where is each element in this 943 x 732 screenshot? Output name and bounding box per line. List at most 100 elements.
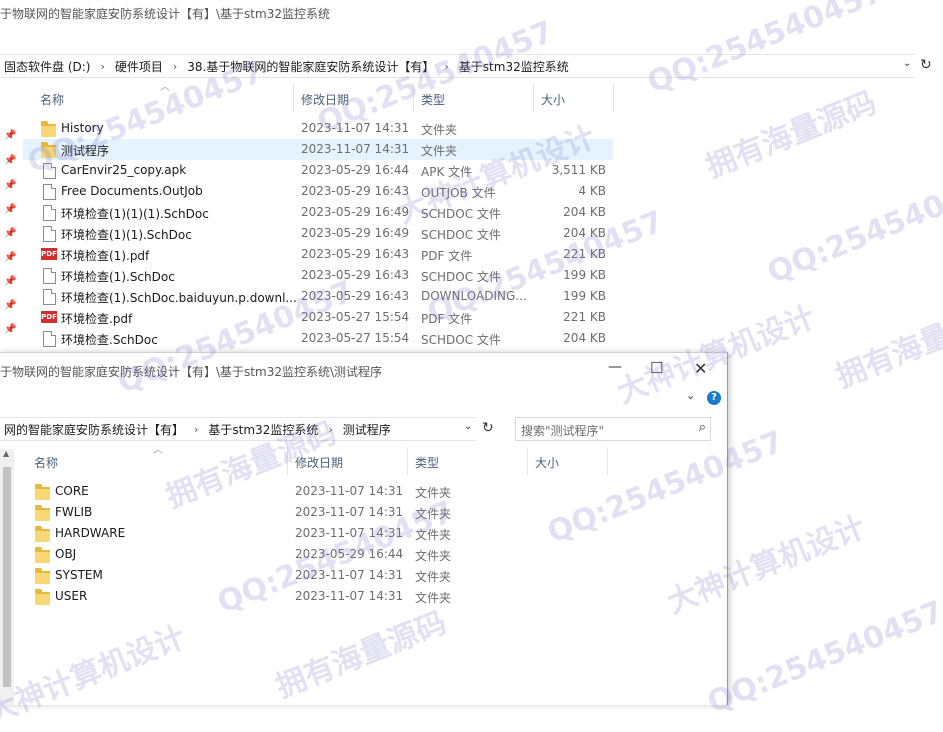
pin-icon[interactable]: 📌: [4, 276, 16, 287]
column-size[interactable]: 大小: [535, 454, 559, 471]
refresh-icon[interactable]: ↻: [920, 57, 932, 73]
file-date: 2023-05-29 16:49: [301, 205, 410, 219]
folder-icon: [35, 505, 51, 521]
file-row[interactable]: 环境检查(1)(1)(1).SchDoc 2023-05-29 16:49 SCHD…: [23, 202, 613, 223]
file-row[interactable]: 测试程序 2023-11-07 14:31 文件夹: [23, 139, 613, 160]
file-date: 2023-11-07 14:31: [295, 526, 404, 540]
file-date: 2023-05-29 16:43: [301, 247, 410, 261]
file-icon: [41, 184, 57, 200]
file-row[interactable]: PDF 环境检查(1).pdf 2023-05-29 16:43 PDF 文件 221 …: [23, 244, 613, 265]
file-row[interactable]: FWLIB 2023-11-07 14:31 文件夹: [17, 502, 607, 523]
file-row[interactable]: HARDWARE 2023-11-07 14:31 文件夹: [17, 523, 607, 544]
scroll-up-icon[interactable]: ▲: [3, 449, 9, 458]
file-name: Free Documents.OutJob: [61, 184, 203, 198]
file-icon: [41, 289, 57, 305]
column-name[interactable]: 名称: [40, 91, 64, 108]
address-bar[interactable]: 固态软件盘 (D:) › 硬件项目 › 38.基于物联网的智能家庭安防系统设计【…: [0, 54, 915, 78]
file-name: 环境检查(1).pdf: [61, 249, 150, 263]
file-row[interactable]: OBJ 2023-05-29 16:44 文件夹: [17, 544, 607, 565]
dropdown-chevron-icon[interactable]: ⌄: [903, 58, 911, 69]
pin-icon[interactable]: 📌: [4, 228, 16, 239]
file-date: 2023-11-07 14:31: [301, 121, 410, 135]
chevron-right-icon: ›: [194, 422, 199, 436]
file-row[interactable]: 环境检查(1).SchDoc 2023-05-29 16:43 SCHDOC 文件 1…: [23, 265, 613, 286]
file-name: CarEnvir25_copy.apk: [61, 163, 187, 177]
file-name: 环境检查.pdf: [61, 312, 133, 326]
pin-icon[interactable]: 📌: [4, 324, 16, 335]
file-row[interactable]: CORE 2023-11-07 14:31 文件夹: [17, 481, 607, 502]
file-icon: [41, 226, 57, 242]
pin-icon[interactable]: 📌: [4, 300, 16, 311]
column-type[interactable]: 类型: [415, 454, 439, 471]
watermark: QQ:254540457: [702, 594, 943, 721]
nav-pane-scrollbar[interactable]: ▲: [0, 449, 14, 705]
file-row[interactable]: History 2023-11-07 14:31 文件夹: [23, 118, 613, 139]
column-divider[interactable]: [533, 84, 534, 112]
search-input[interactable]: 搜索"测试程序": [521, 422, 604, 439]
file-name: CORE: [55, 484, 89, 498]
breadcrumb-project[interactable]: 网的智能家庭安防系统设计【有】: [0, 421, 188, 438]
column-divider[interactable]: [407, 447, 408, 475]
folder-icon: [35, 568, 51, 584]
file-row[interactable]: SYSTEM 2023-11-07 14:31 文件夹: [17, 565, 607, 586]
file-type: 文件夹: [415, 549, 452, 563]
maximize-icon[interactable]: ☐: [650, 359, 663, 377]
breadcrumb-test-program[interactable]: 测试程序: [339, 421, 395, 438]
help-icon[interactable]: ?: [707, 391, 721, 405]
ribbon-expand-icon[interactable]: ⌄: [686, 389, 695, 402]
address-bar[interactable]: 网的智能家庭安防系统设计【有】 › 基于stm32监控系统 › 测试程序: [0, 417, 476, 441]
column-date[interactable]: 修改日期: [301, 91, 349, 108]
column-divider[interactable]: [293, 84, 294, 112]
file-date: 2023-11-07 14:31: [295, 568, 404, 582]
pin-icon[interactable]: 📌: [4, 130, 16, 141]
file-date: 2023-11-07 14:31: [295, 589, 404, 603]
file-date: 2023-05-27 15:54: [301, 331, 410, 345]
minimize-icon[interactable]: —: [608, 359, 622, 375]
folder-icon: [35, 589, 51, 605]
file-type: PDF 文件: [421, 249, 473, 263]
file-row[interactable]: CarEnvir25_copy.apk 2023-05-29 16:44 APK 文…: [23, 160, 613, 181]
file-date: 2023-05-27 15:54: [301, 310, 410, 324]
column-divider[interactable]: [607, 447, 608, 475]
chevron-right-icon: ›: [444, 59, 449, 73]
file-row[interactable]: 环境检查.SchDoc 2023-05-27 15:54 SCHDOC 文件 204 …: [23, 328, 613, 349]
pin-icon[interactable]: 📌: [4, 204, 16, 215]
dropdown-chevron-icon[interactable]: ⌄: [464, 421, 472, 432]
column-name[interactable]: 名称: [34, 454, 58, 471]
refresh-icon[interactable]: ↻: [482, 420, 494, 436]
search-icon[interactable]: ⌕: [699, 420, 706, 435]
file-size: 204 KB: [563, 205, 606, 219]
column-date[interactable]: 修改日期: [295, 454, 343, 471]
breadcrumb-stm32[interactable]: 基于stm32监控系统: [204, 421, 322, 438]
file-name: 环境检查(1)(1)(1).SchDoc: [61, 207, 209, 221]
folder-icon: [41, 142, 57, 158]
breadcrumb-stm32[interactable]: 基于stm32监控系统: [455, 58, 573, 75]
file-row[interactable]: 环境检查(1).SchDoc.baiduyun.p.downl... 2023-0…: [23, 286, 613, 307]
file-row[interactable]: Free Documents.OutJob 2023-05-29 16:43 OUT…: [23, 181, 613, 202]
pin-icon[interactable]: 📌: [4, 252, 16, 263]
column-size[interactable]: 大小: [541, 91, 565, 108]
search-box[interactable]: 搜索"测试程序" ⌕: [515, 417, 711, 441]
breadcrumb-hardware-projects[interactable]: 硬件项目: [111, 58, 167, 75]
column-type[interactable]: 类型: [421, 91, 445, 108]
file-row[interactable]: USER 2023-11-07 14:31 文件夹: [17, 586, 607, 607]
breadcrumb-project[interactable]: 38.基于物联网的智能家庭安防系统设计【有】: [183, 58, 438, 75]
file-type: 文件夹: [415, 591, 452, 605]
sort-arrow-icon: ︿: [160, 82, 170, 93]
file-date: 2023-05-29 16:44: [301, 163, 410, 177]
column-divider[interactable]: [413, 84, 414, 112]
pin-icon[interactable]: 📌: [4, 155, 16, 166]
file-type: 文件夹: [415, 570, 452, 584]
file-type: 文件夹: [415, 528, 452, 542]
pin-icon[interactable]: 📌: [4, 180, 16, 191]
file-row[interactable]: PDF 环境检查.pdf 2023-05-27 15:54 PDF 文件 221 KB: [23, 307, 613, 328]
file-row[interactable]: 环境检查(1)(1).SchDoc 2023-05-29 16:49 SCHDOC …: [23, 223, 613, 244]
close-icon[interactable]: ✕: [694, 359, 707, 378]
column-divider[interactable]: [287, 447, 288, 475]
scrollbar-thumb[interactable]: [3, 467, 11, 687]
column-divider[interactable]: [613, 84, 614, 112]
breadcrumb-drive[interactable]: 固态软件盘 (D:): [0, 58, 94, 75]
file-name: HARDWARE: [55, 526, 126, 540]
file-type: SCHDOC 文件: [421, 270, 501, 284]
column-divider[interactable]: [527, 447, 528, 475]
